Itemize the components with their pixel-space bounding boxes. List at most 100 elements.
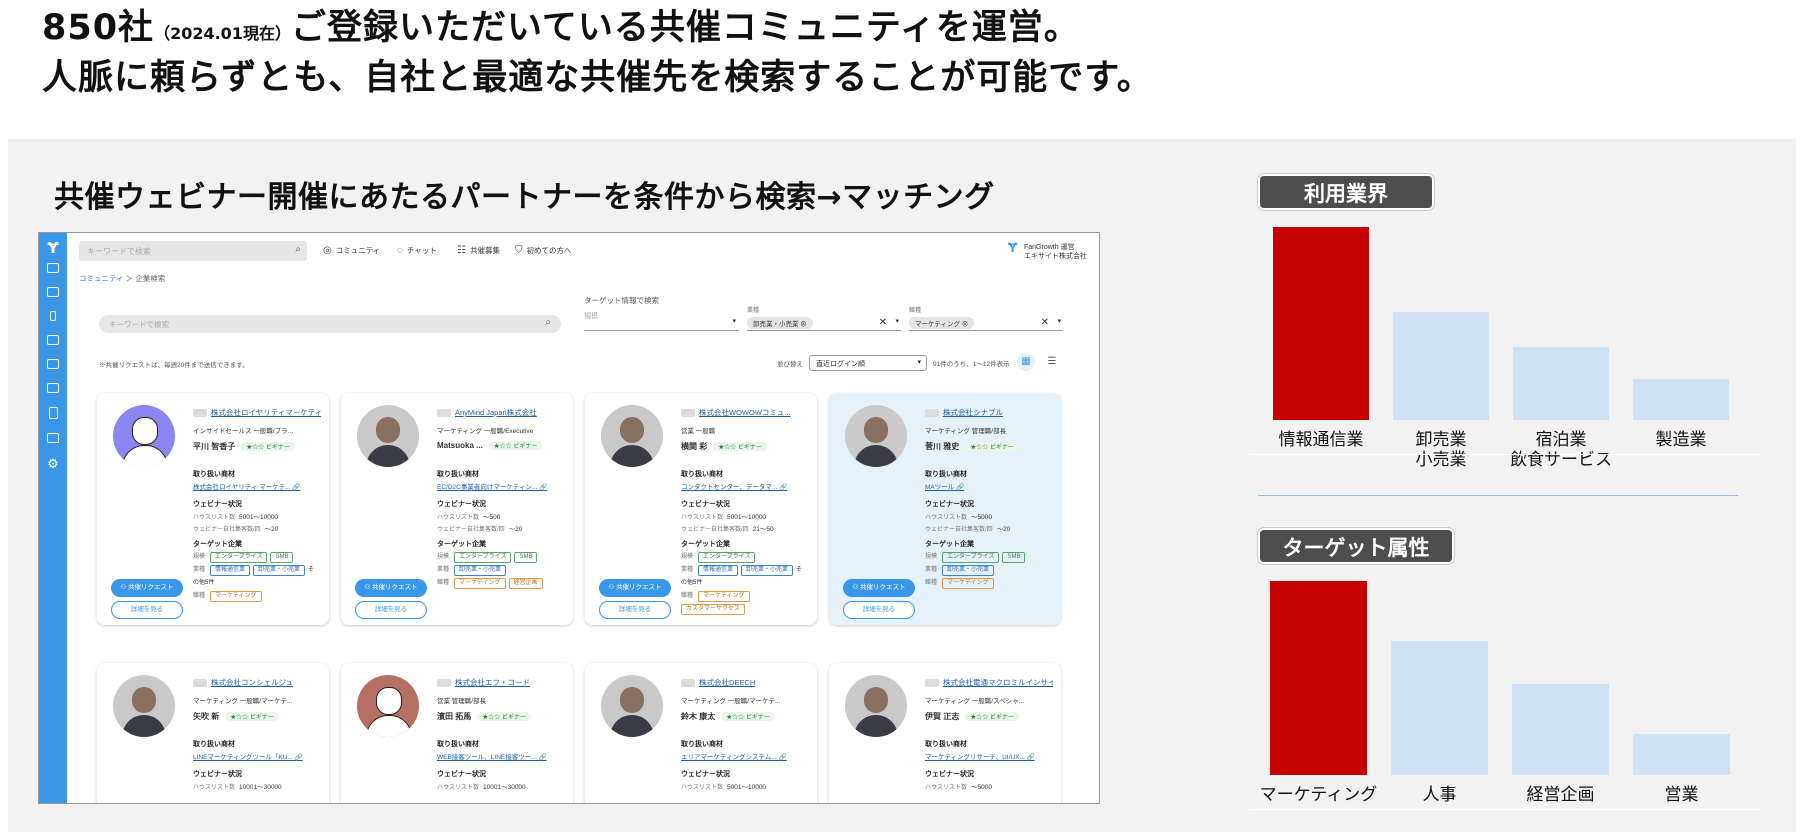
role-filter[interactable]: 職種 マーケティング ⊗ ✕ ▾	[909, 305, 1063, 331]
company-card[interactable]: 株式会社シナブル マーケティング 管理職/部長 菅川 雅史 ★☆☆ ビギナー 取り扱い商…	[829, 393, 1061, 625]
house-list-label: ハウスリスト数	[193, 785, 236, 791]
chart-bar	[1512, 683, 1609, 775]
contact-role: 営業 一般職	[681, 428, 716, 435]
deal-link[interactable]: コンタクトセンター、データマ... 🔗	[681, 481, 803, 491]
scale-filter-placeholder: 規模	[584, 313, 598, 320]
house-list: ハウスリスト数 〜500	[437, 511, 559, 521]
contact-person: 濱田 拓馬 ★☆☆ ビギナー	[437, 711, 565, 722]
rail-list-icon[interactable]	[47, 335, 59, 345]
nav-community-label: コミュニティ	[335, 246, 381, 255]
contact-name: 平川 智香子	[193, 442, 236, 451]
level-badge: ★☆☆ ビギナー	[721, 712, 775, 721]
company-card[interactable]: AnyMind Japan株式会社 マーケティング 一般職/Executive Ma…	[341, 393, 573, 625]
company-card[interactable]: 株式会社WOWOWコミュ... 営業 一般職 横関 彩 ★☆☆ ビギナー 取り扱い商材コ…	[585, 393, 817, 625]
company-logo-icon	[681, 409, 695, 418]
rail-stack-icon[interactable]	[47, 383, 59, 393]
company-card[interactable]: 株式会社電通マクロミルインサイト マーケティング 一般職/スペシャ... 伊賀 正志…	[829, 663, 1061, 803]
scale-row: 規模 エンタープライズ	[681, 551, 807, 564]
company-logo-icon	[193, 679, 207, 688]
nav-community[interactable]: ◎ コミュニティ	[323, 245, 380, 256]
chart-bar	[1633, 379, 1729, 420]
company-name-link[interactable]: 株式会社ロイヤリティマーケティ...	[193, 407, 321, 418]
scale-filter[interactable]: 規模 ▾	[584, 305, 738, 331]
chart-bar	[1393, 311, 1489, 420]
industry-chip[interactable]: 卸売業・小売業 ⊗	[747, 317, 813, 329]
industry-label: 業種	[681, 567, 694, 573]
divider	[1258, 495, 1738, 496]
company-name-link[interactable]: 株式会社エフ・コード	[437, 677, 565, 688]
rail-settings-icon[interactable]: ⚙	[39, 457, 67, 472]
company-name: 株式会社ロイヤリティマーケティ...	[211, 408, 321, 417]
chart-bar	[1270, 581, 1367, 775]
role-tag: マーケティング	[942, 578, 994, 589]
chevron-down-icon: ▾	[732, 318, 736, 325]
deal-link[interactable]: エリアマーケティングシステム... 🔗	[681, 751, 803, 761]
search-icon[interactable]: ⌕	[295, 244, 301, 255]
deal-link[interactable]: WEB接客ツール、LINE接客ツー... 🔗	[437, 751, 559, 761]
company-name-link[interactable]: 株式会社コンシェルジュ	[193, 677, 321, 688]
webinar-heading: ウェビナー状況	[681, 501, 730, 508]
company-name-link[interactable]: 株式会社電通マクロミルインサイト	[925, 677, 1053, 688]
request-button[interactable]: ⚇ 共催リクエスト	[355, 579, 427, 597]
deal-link[interactable]: マーケティングリサーチ、UI/UX... 🔗	[925, 751, 1047, 761]
industry-filter[interactable]: 業種 卸売業・小売業 ⊗ ✕ ▾	[747, 305, 901, 331]
nav-cohost[interactable]: ☷ 共催募集	[457, 245, 500, 256]
list-view-icon[interactable]: ☰	[1043, 353, 1061, 371]
company-card[interactable]: 株式会社エフ・コード 営業 管理職/部長 濱田 拓馬 ★☆☆ ビギナー 取り扱い商材 WE…	[341, 663, 573, 803]
deal-heading: 取り扱い商材	[193, 471, 235, 478]
clear-icon[interactable]: ✕	[879, 317, 887, 328]
company-name-link[interactable]: 株式会社DEECH	[681, 677, 809, 688]
contact-role: マーケティング 一般職/スペシャ...	[925, 698, 1025, 705]
deal-link[interactable]: LINEマーケティングツール「KU... 🔗	[193, 751, 315, 761]
deal-link[interactable]: 株式会社ロイヤリティ マーケテ... 🔗	[193, 481, 315, 491]
company-name: 株式会社WOWOWコミュ...	[699, 408, 791, 417]
sort-select[interactable]: 直近ログイン順 ▾	[809, 355, 927, 371]
company-card[interactable]: 株式会社DEECH マーケティング 一般職/マーケテ... 鈴木 康太 ★☆☆ ビギナ…	[585, 663, 817, 803]
clear-icon[interactable]: ✕	[1041, 317, 1049, 328]
logo-icon[interactable]: Ɏ	[39, 239, 67, 257]
detail-button[interactable]: 詳細を見る	[355, 601, 427, 619]
role-chip[interactable]: マーケティング ⊗	[909, 317, 975, 329]
request-button[interactable]: ⚇ 共催リクエスト	[111, 579, 183, 597]
request-button[interactable]: ⚇ 共催リクエスト	[599, 579, 671, 597]
request-button[interactable]: ⚇ 共催リクエスト	[843, 579, 915, 597]
company-name-link[interactable]: AnyMind Japan株式会社	[437, 407, 565, 418]
nav-chat[interactable]: ◌ チャット	[397, 245, 437, 256]
rail-mic-icon[interactable]	[50, 311, 56, 321]
chart-baseline	[1250, 454, 1760, 455]
detail-button[interactable]: 詳細を見る	[599, 601, 671, 619]
chart-category-label: 製造業	[1655, 430, 1707, 450]
house-list: ハウスリスト数 5001〜10000	[681, 511, 803, 521]
chart-bar	[1513, 346, 1609, 420]
scale-tag: SMB	[270, 552, 294, 563]
company-card[interactable]: 株式会社コンシェルジュ マーケティング 一般職/マーケテ... 矢吹 新 ★☆☆ ビギ…	[97, 663, 329, 803]
breadcrumb-root[interactable]: コミュニティ	[79, 274, 124, 283]
keyword-search-input[interactable]: キーワードで検索 ⌕	[79, 241, 307, 261]
rail-image-icon[interactable]	[47, 359, 59, 369]
deal-link[interactable]: EC/D2C事業者向けマーケティン... 🔗	[437, 481, 559, 491]
search-icon[interactable]: ⌕	[545, 317, 551, 328]
keyword-placeholder: キーワードで検索	[87, 247, 151, 256]
deal-link[interactable]: MAツール 🔗	[925, 481, 1047, 491]
detail-button[interactable]: 詳細を見る	[843, 601, 915, 619]
company-name-link[interactable]: 株式会社WOWOWコミュ...	[681, 407, 809, 418]
industry-label: 業種	[437, 567, 450, 573]
company-card[interactable]: 株式会社ロイヤリティマーケティ... インサイドセールス 一般職/プラ... 平川 …	[97, 393, 329, 625]
grid-view-icon[interactable]: ▦	[1017, 353, 1035, 371]
detail-button[interactable]: 詳細を見る	[111, 601, 183, 619]
rail-layout-icon[interactable]	[47, 263, 59, 273]
role-row: 職種 マーケティング	[193, 590, 319, 603]
webinar-heading: ウェビナー状況	[437, 771, 486, 778]
rail-doc-icon[interactable]	[48, 407, 58, 419]
company-search-placeholder: キーワードで検索	[109, 320, 169, 329]
rail-cards-icon[interactable]	[47, 433, 59, 443]
company-logo-icon	[681, 679, 695, 688]
level-badge: ★☆☆ ビギナー	[488, 441, 543, 450]
contact-person: 鈴木 康太 ★☆☆ ビギナー	[681, 711, 809, 722]
company-search-input[interactable]: キーワードで検索 ⌕	[99, 315, 561, 333]
nav-beginners[interactable]: ⛉ 初めての方へ	[515, 245, 572, 256]
company-name-link[interactable]: 株式会社シナブル	[925, 407, 1053, 418]
target-chart-title: ターゲット属性	[1258, 528, 1454, 564]
rail-calendar-icon[interactable]	[47, 287, 59, 297]
industry-row: 業種 卸売業・小売業	[925, 564, 1051, 577]
